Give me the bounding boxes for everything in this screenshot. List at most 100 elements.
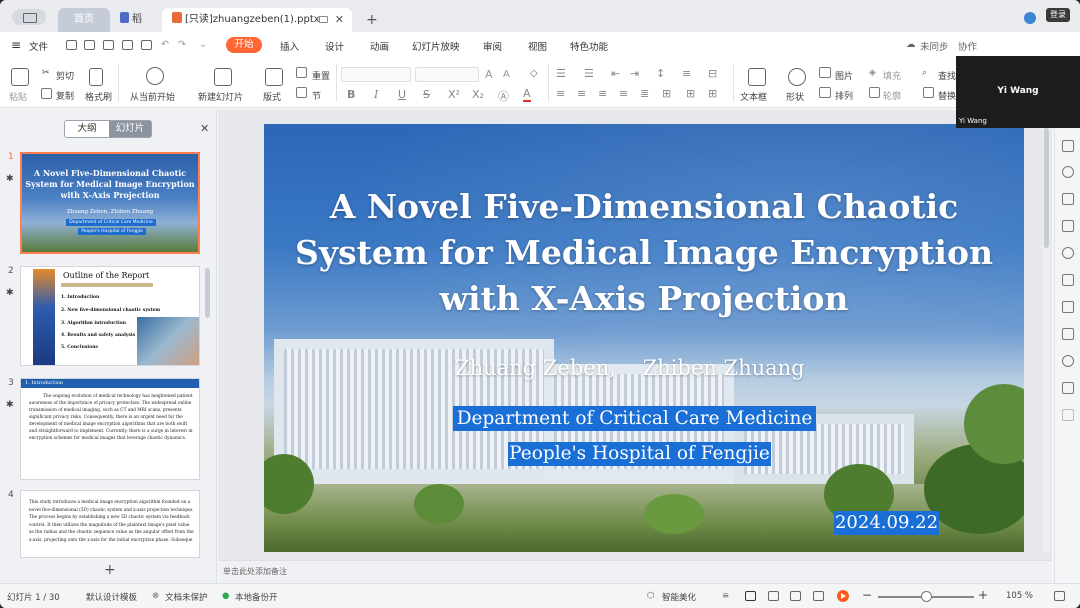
from-current-button[interactable]: 从当前开始 xyxy=(130,90,175,103)
play-from-current-icon[interactable] xyxy=(146,67,164,85)
textbox-button[interactable]: 文本框 xyxy=(740,90,767,103)
cut-button[interactable]: 剪切 xyxy=(56,69,74,82)
fit-window-icon[interactable] xyxy=(1054,591,1065,601)
menu-insert[interactable]: 插入 xyxy=(280,39,299,53)
reading-view-icon[interactable] xyxy=(790,591,801,601)
increase-font-icon[interactable]: A xyxy=(485,68,493,81)
local-backup-status[interactable]: 本地备份开 xyxy=(235,591,278,603)
tab-outline[interactable]: 大纲 xyxy=(65,121,109,137)
layout-button[interactable]: 版式 xyxy=(263,90,281,103)
superscript-icon[interactable]: X² xyxy=(448,88,460,101)
monitor-icon[interactable] xyxy=(319,16,328,23)
reset-icon[interactable] xyxy=(296,67,307,78)
login-badge[interactable]: 登录 xyxy=(1046,8,1070,22)
current-slide[interactable]: A Novel Five-Dimensional Chaotic System … xyxy=(264,124,1024,552)
menu-slideshow[interactable]: 幻灯片放映 xyxy=(412,39,460,53)
distribute-icon[interactable]: ≣ xyxy=(640,87,649,100)
menu-animation[interactable]: 动画 xyxy=(370,39,389,53)
new-slide-icon[interactable] xyxy=(214,68,232,86)
presenter-view-icon[interactable] xyxy=(813,591,824,601)
layers-icon[interactable] xyxy=(1062,274,1074,286)
paste-button[interactable]: 粘贴 xyxy=(9,90,27,103)
section-button[interactable]: 节 xyxy=(312,89,321,102)
zoom-out-icon[interactable]: − xyxy=(862,588,872,602)
shape-icon[interactable] xyxy=(788,68,806,86)
edit-icon[interactable] xyxy=(1062,220,1074,232)
numbered-list-icon[interactable]: ☰ xyxy=(584,67,594,80)
menu-features[interactable]: 特色功能 xyxy=(570,39,608,53)
tab-slides[interactable]: 幻灯片 xyxy=(109,121,151,137)
italic-icon[interactable]: I xyxy=(374,88,378,101)
menu-file[interactable]: 文件 xyxy=(29,39,48,53)
format-painter-icon[interactable] xyxy=(89,68,103,86)
zoom-level[interactable]: 105 % xyxy=(1006,591,1033,601)
justify-icon[interactable]: ≡ xyxy=(619,87,628,100)
columns-icon[interactable]: ⊞ xyxy=(662,87,671,100)
design-icon[interactable] xyxy=(1062,140,1074,152)
align-left-icon[interactable]: ≡ xyxy=(556,87,565,100)
cut-icon[interactable]: ✂ xyxy=(42,68,50,78)
magic-icon[interactable] xyxy=(1062,301,1074,313)
align-text-icon[interactable]: ⊟ xyxy=(708,67,717,80)
more-icon[interactable]: ⌄ xyxy=(199,39,207,50)
open-icon[interactable] xyxy=(66,40,77,50)
line-spacing-icon[interactable]: ≡ xyxy=(682,67,691,80)
scrollbar-thumb[interactable] xyxy=(1044,128,1049,248)
shape-style-icon[interactable] xyxy=(1062,166,1074,178)
layout-icon[interactable] xyxy=(265,68,283,86)
video-call-tile[interactable]: Yi Wang Yi Wang xyxy=(956,56,1080,128)
new-tab-button[interactable]: + xyxy=(356,8,378,32)
notes-toggle-icon[interactable]: ≡ xyxy=(722,591,729,601)
clear-format-icon[interactable]: ◇ xyxy=(530,68,538,79)
normal-view-icon[interactable] xyxy=(745,591,756,601)
picture-icon[interactable] xyxy=(819,67,831,78)
align-right-icon[interactable]: ≡ xyxy=(598,87,607,100)
close-panel-icon[interactable]: ✕ xyxy=(200,122,209,135)
font-family-select[interactable] xyxy=(341,67,411,82)
smart-art-icon[interactable]: ⊞ xyxy=(708,87,717,100)
export-pdf-icon[interactable] xyxy=(103,40,114,50)
menu-home[interactable]: 开始 xyxy=(226,37,262,53)
zoom-slider-knob[interactable] xyxy=(920,591,932,602)
arrange-button[interactable]: 排列 xyxy=(835,89,853,102)
underline-icon[interactable]: U xyxy=(398,88,406,101)
outline-icon[interactable] xyxy=(869,87,880,98)
paste-icon[interactable] xyxy=(11,68,29,86)
text-effect-icon[interactable]: Ⓐ xyxy=(498,88,509,104)
notes-pane[interactable]: 单击此处添加备注 xyxy=(218,560,1052,583)
find-button[interactable]: 查找 xyxy=(938,69,956,82)
window-switch-icon[interactable] xyxy=(12,9,46,25)
slide-sorter-icon[interactable] xyxy=(768,591,779,601)
design-template[interactable]: 默认设计模板 xyxy=(86,591,137,603)
find-icon[interactable]: ⌕ xyxy=(922,68,927,78)
font-size-select[interactable] xyxy=(415,67,479,82)
table-icon[interactable]: ⊞ xyxy=(686,87,695,100)
bold-icon[interactable]: B xyxy=(347,88,355,101)
decrease-font-icon[interactable]: A xyxy=(503,69,510,80)
textbox-icon[interactable] xyxy=(748,68,766,86)
bullet-list-icon[interactable]: ☰ xyxy=(556,67,566,80)
shape-button[interactable]: 形状 xyxy=(786,90,804,103)
zoom-in-icon[interactable]: + xyxy=(978,588,988,602)
preview-icon[interactable] xyxy=(141,40,152,50)
copy-button[interactable]: 复制 xyxy=(56,89,74,102)
outline-button[interactable]: 轮廓 xyxy=(883,89,901,102)
slide-thumbnail-4[interactable]: This study introduces a medical image en… xyxy=(20,490,200,558)
decrease-indent-icon[interactable]: ⇤ xyxy=(611,67,620,80)
print-icon[interactable] xyxy=(122,40,133,50)
slide-title[interactable]: A Novel Five-Dimensional Chaotic System … xyxy=(264,184,1024,322)
picture-button[interactable]: 图片 xyxy=(835,69,853,82)
fill-button[interactable]: 填充 xyxy=(883,69,901,82)
slide-department[interactable]: Department of Critical Care Medicine xyxy=(453,406,816,431)
tab-document[interactable]: [只读]zhuangzeben(1).pptx ✕ xyxy=(162,8,352,32)
increase-indent-icon[interactable]: ⇥ xyxy=(630,67,639,80)
settings-sliders-icon[interactable] xyxy=(1062,328,1074,340)
undo-icon[interactable]: ↶ xyxy=(161,39,169,50)
avatar-icon[interactable] xyxy=(1024,12,1036,24)
hamburger-icon[interactable]: ≡ xyxy=(11,38,21,52)
image-icon[interactable] xyxy=(1062,382,1074,394)
close-tab-icon[interactable]: ✕ xyxy=(335,8,344,32)
collab-button[interactable]: 协作 xyxy=(958,39,977,53)
slide-hospital[interactable]: People's Hospital of Fengjie xyxy=(508,442,771,466)
fill-bucket-icon[interactable] xyxy=(1062,193,1074,205)
